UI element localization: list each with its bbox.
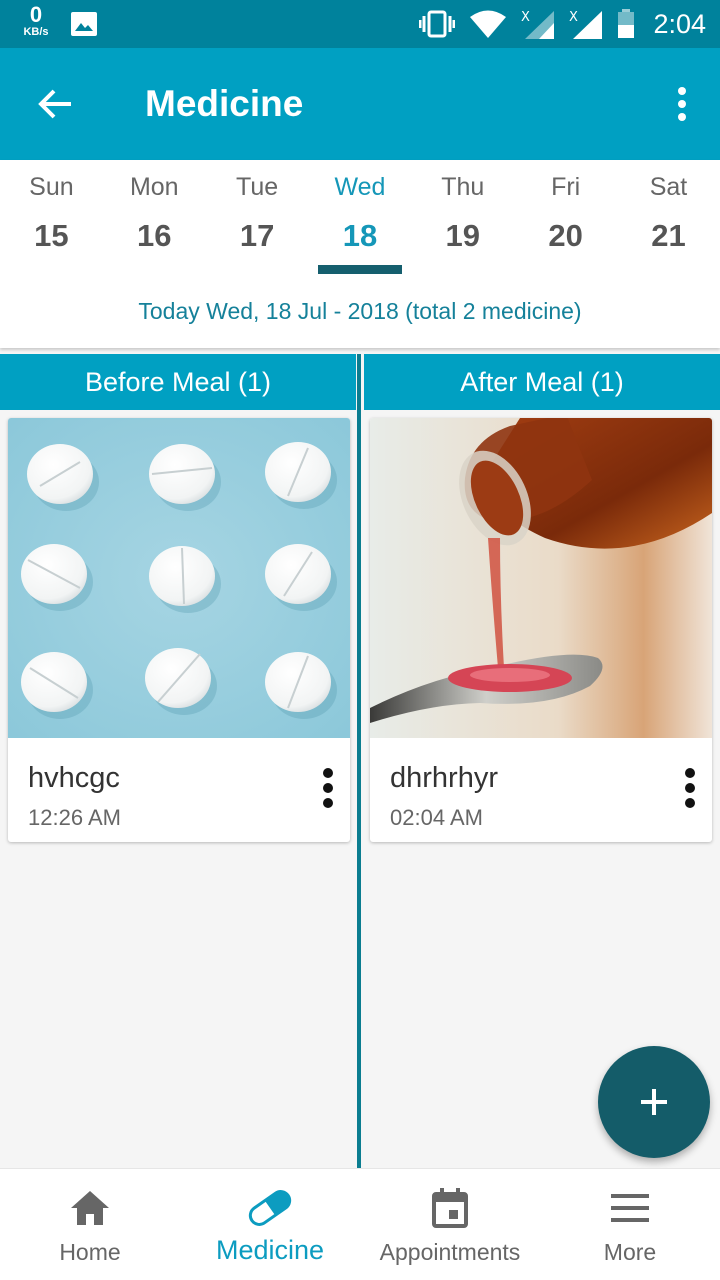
day-list: Sun 15 Mon 16 Tue 17 Wed 18 Thu 19 Fri 2… <box>0 160 720 280</box>
column-divider <box>357 354 361 1168</box>
plus-icon <box>641 1089 667 1115</box>
day-thu[interactable]: Thu 19 <box>411 160 514 280</box>
day-fri[interactable]: Fri 20 <box>514 160 617 280</box>
day-mon[interactable]: Mon 16 <box>103 160 206 280</box>
before-meal-header: Before Meal (1) <box>0 354 356 410</box>
menu-icon <box>611 1194 649 1222</box>
page-title: Medicine <box>145 83 304 124</box>
svg-text:X: X <box>569 10 578 25</box>
pill-icon <box>248 1190 292 1226</box>
bottom-navigation: Home Medicine Appointments More <box>0 1168 720 1280</box>
selected-day-indicator <box>317 265 403 274</box>
status-icons: X X 2:04 <box>419 0 706 48</box>
after-meal-header: After Meal (1) <box>364 354 720 410</box>
network-speed: 0 KB/s <box>23 2 49 38</box>
week-selector: Sun 15 Mon 16 Tue 17 Wed 18 Thu 19 Fri 2… <box>0 160 720 348</box>
gallery-notification-icon <box>71 12 97 36</box>
today-summary: Today Wed, 18 Jul - 2018 (total 2 medici… <box>138 298 582 324</box>
day-sun[interactable]: Sun 15 <box>0 160 103 280</box>
svg-text:X: X <box>521 10 530 25</box>
more-vert-icon <box>678 87 686 121</box>
tablets-image <box>8 418 350 738</box>
status-bar: 0 KB/s X X 2:04 <box>0 0 720 48</box>
battery-icon <box>618 9 635 38</box>
medicine-name: dhrhrhyr <box>390 762 498 794</box>
signal-sim1-icon: X <box>521 10 555 39</box>
syrup-image <box>370 418 712 738</box>
more-vert-icon <box>685 768 695 808</box>
arrow-left-icon <box>38 89 71 119</box>
clock: 2:04 <box>653 8 706 39</box>
home-icon <box>71 1191 109 1225</box>
nav-more[interactable]: More <box>540 1169 720 1280</box>
calendar-icon <box>432 1188 468 1228</box>
more-vert-icon <box>323 768 333 808</box>
day-tue[interactable]: Tue 17 <box>206 160 309 280</box>
medicine-name: hvhcgc <box>28 762 120 794</box>
back-button[interactable] <box>30 82 80 126</box>
medicine-card-before[interactable]: hvhcgc 12:26 AM <box>8 418 350 842</box>
day-sat[interactable]: Sat 21 <box>617 160 720 280</box>
nav-appointments[interactable]: Appointments <box>360 1169 540 1280</box>
nav-medicine[interactable]: Medicine <box>180 1169 360 1280</box>
medicine-time: 12:26 AM <box>28 805 121 830</box>
day-wed[interactable]: Wed 18 <box>309 160 412 280</box>
overflow-menu-button[interactable] <box>670 82 694 126</box>
wifi-icon <box>470 10 507 38</box>
app-bar: Medicine <box>0 48 720 160</box>
medicine-time: 02:04 AM <box>390 805 483 830</box>
vibrate-icon <box>419 10 456 38</box>
nav-home[interactable]: Home <box>0 1169 180 1280</box>
signal-sim2-icon: X <box>569 10 603 39</box>
add-medicine-button[interactable] <box>598 1046 710 1158</box>
medicine-card-after[interactable]: dhrhrhyr 02:04 AM <box>370 418 712 842</box>
card-menu-button[interactable] <box>316 764 340 812</box>
card-menu-button[interactable] <box>678 764 702 812</box>
